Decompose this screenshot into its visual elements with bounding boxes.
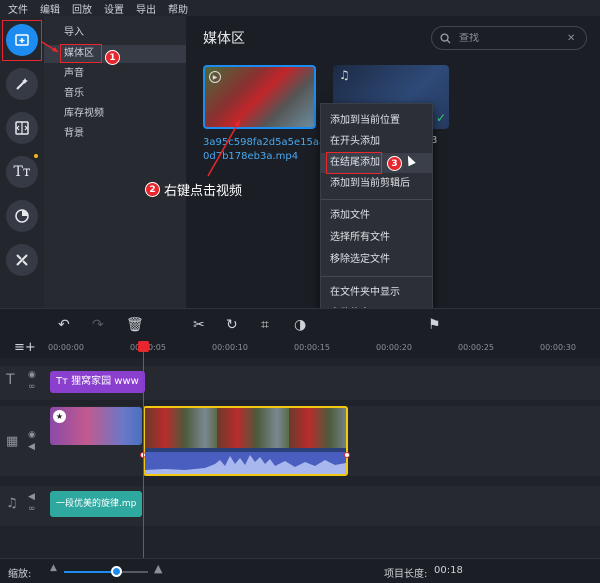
eye-icon[interactable]: ◉: [28, 370, 36, 380]
redo-icon[interactable]: ↷: [92, 317, 104, 333]
star-icon: ★: [53, 410, 66, 423]
add-track-icon[interactable]: ≡+: [14, 340, 36, 355]
volume-icon[interactable]: ◀: [28, 442, 35, 452]
play-icon: ▶: [209, 71, 221, 83]
annotation-arrow-2: [207, 119, 241, 177]
ruler-tick: 00:00:00: [48, 343, 84, 352]
project-length-label: 项目长度:: [384, 569, 428, 580]
hint-text: 右键点击视频: [164, 184, 243, 199]
ruler-tick: 00:00:15: [294, 343, 330, 352]
search-input[interactable]: [459, 32, 559, 44]
menu-playback[interactable]: 回放: [72, 1, 92, 16]
annotation-badge-1: 1: [105, 50, 120, 65]
video-clip-intro[interactable]: ★: [50, 407, 142, 445]
annotation-box-import: [2, 20, 42, 61]
ctx-add-files[interactable]: 添加文件: [321, 206, 432, 226]
ctx-select-all[interactable]: 选择所有文件: [321, 228, 432, 248]
context-menu: 添加到当前位置 在开头添加 在结尾添加 添加到当前剪辑后 添加文件 选择所有文件…: [320, 103, 433, 328]
ctx-separator: [321, 276, 432, 277]
project-length-value: 00:18: [434, 565, 463, 576]
title-clip-icon: Tт: [56, 376, 72, 387]
zoom-slider[interactable]: [64, 571, 148, 573]
link-icon[interactable]: ∞: [28, 382, 36, 392]
video-frames: [145, 408, 346, 448]
volume-icon[interactable]: ◀: [28, 492, 35, 502]
zoom-in-icon[interactable]: ▲: [154, 562, 162, 575]
zoom-slider-knob[interactable]: [110, 566, 122, 577]
timeline-toolbar: ↶ ↷ 🗑 ✂ ↻ ⌗ ◑ ⚑: [0, 308, 600, 340]
menu-settings[interactable]: 设置: [104, 1, 124, 16]
video-track-icon: ▦: [6, 434, 19, 449]
clear-search-icon[interactable]: ✕: [567, 33, 575, 44]
menu-file[interactable]: 文件: [8, 1, 28, 16]
ctx-add-at-cursor[interactable]: 添加到当前位置: [321, 111, 432, 131]
trim-handle-right[interactable]: [344, 452, 350, 458]
crop-icon[interactable]: ⌗: [261, 317, 269, 333]
menu-export[interactable]: 导出: [136, 1, 156, 16]
search-icon: [440, 32, 451, 44]
menu-help[interactable]: 帮助: [168, 1, 188, 16]
ctx-separator: [321, 199, 432, 200]
magic-wand-icon[interactable]: [6, 68, 38, 100]
subnav-backgrounds[interactable]: 背景: [44, 125, 186, 143]
annotation-badge-2: 2: [145, 182, 160, 197]
timeline-ruler[interactable]: ≡+ 00:00:00 00:00:05 00:00:10 00:00:15 0…: [0, 340, 600, 358]
menu-bar: 文件 编辑 回放 设置 导出 帮助: [0, 0, 600, 16]
zoom-out-icon[interactable]: ▲: [50, 563, 57, 573]
eye-icon[interactable]: ◉: [28, 430, 36, 440]
ruler-tick: 00:00:30: [540, 343, 576, 352]
ruler-tick: 00:00:10: [212, 343, 248, 352]
status-bar: 缩放: ▲ ▲ 项目长度: 00:18: [0, 558, 600, 583]
new-indicator-dot: [34, 154, 38, 158]
ruler-tick: 00:00:20: [376, 343, 412, 352]
marker-flag-icon[interactable]: ⚑: [428, 317, 441, 333]
audio-track-icon: ♫: [6, 496, 18, 511]
zoom-slider-fill: [64, 571, 117, 573]
annotation-box-add-at-end: [326, 152, 382, 174]
transitions-icon[interactable]: [6, 112, 38, 144]
subnav-stock-video[interactable]: 库存视频: [44, 105, 186, 123]
color-adjust-icon[interactable]: ◑: [294, 317, 306, 333]
tools-icon[interactable]: [6, 244, 38, 276]
playhead[interactable]: [143, 342, 144, 558]
title-track-icon: T: [6, 372, 15, 388]
zoom-label: 缩放:: [8, 569, 32, 580]
video-clip-selected[interactable]: [143, 406, 348, 476]
checkmark-icon: ✓: [436, 111, 447, 125]
ctx-add-after-clip[interactable]: 添加到当前剪辑后: [321, 174, 432, 194]
search-box[interactable]: ✕: [431, 26, 587, 50]
delete-icon[interactable]: 🗑: [126, 317, 144, 333]
subnav-import[interactable]: 导入: [44, 24, 186, 42]
link-icon[interactable]: ∞: [28, 504, 36, 514]
cut-icon[interactable]: ✂: [193, 317, 205, 333]
ctx-remove-selected[interactable]: 移除选定文件: [321, 250, 432, 270]
menu-edit[interactable]: 编辑: [40, 1, 60, 16]
annotation-hint: 2 右键点击视频: [145, 180, 242, 199]
music-note-icon: ♫: [339, 68, 350, 82]
audio-clip[interactable]: 一段优美的旋律.mp: [50, 491, 142, 517]
subnav-sounds[interactable]: 声音: [44, 65, 186, 83]
subnav-music[interactable]: 音乐: [44, 85, 186, 103]
title-clip[interactable]: Tт 狸窝家园 www: [50, 371, 145, 393]
rotate-icon[interactable]: ↻: [226, 317, 238, 333]
audio-clip-label: 一段优美的旋律.mp: [56, 499, 137, 509]
ctx-show-in-folder[interactable]: 在文件夹中显示: [321, 283, 432, 303]
playhead-handle[interactable]: [138, 341, 149, 352]
ctx-add-at-start[interactable]: 在开头添加: [321, 132, 432, 152]
media-title: 媒体区: [203, 31, 245, 47]
titles-icon[interactable]: Tт: [6, 156, 38, 188]
title-clip-label: 狸窝家园 www: [71, 376, 139, 387]
audio-waveform: [145, 452, 346, 474]
annotation-badge-3: 3: [387, 156, 402, 171]
undo-icon[interactable]: ↶: [58, 317, 70, 333]
ruler-tick: 00:00:25: [458, 343, 494, 352]
stickers-icon[interactable]: [6, 200, 38, 232]
annotation-box-media-bin: [60, 44, 102, 63]
annotation-arrow-1: [41, 41, 59, 53]
